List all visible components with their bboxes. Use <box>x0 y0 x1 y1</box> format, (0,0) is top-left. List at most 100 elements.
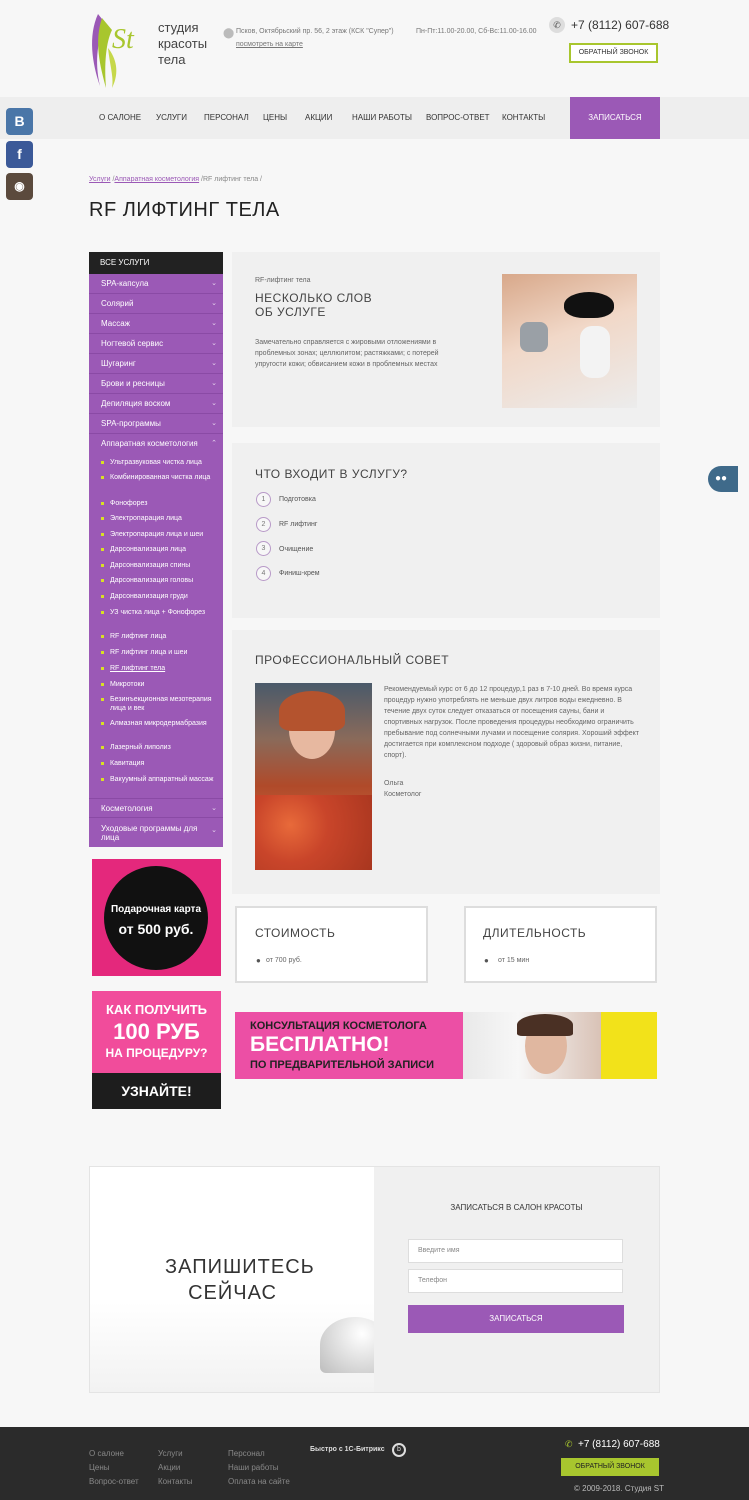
consult-line: ПО ПРЕДВАРИТЕЛЬНОЙ ЗАПИСИ <box>250 1059 435 1071</box>
signup-submit-button[interactable]: Записаться <box>408 1305 624 1333</box>
advice-text: Рекомендуемый курс от 6 до 12 процедур,1… <box>384 686 639 759</box>
photo-hair <box>279 691 345 731</box>
sidebar-item-label: Солярий <box>101 299 134 308</box>
breadcrumb-link-services[interactable]: Услуги <box>89 176 111 183</box>
step-number: 2 <box>256 517 271 532</box>
duration-value: от 15 мин <box>498 957 530 964</box>
logo-line: тела <box>158 52 186 67</box>
breadcrumb-current: RF лифтинг тела <box>202 176 259 183</box>
working-hours: Пн-Пт:11.00-20.00, Сб-Вс:11.00-16.00 <box>416 28 537 35</box>
logo-caption: студия красоты тела <box>158 20 207 68</box>
footer-link[interactable]: Оплата на сайте <box>228 1477 290 1486</box>
map-link[interactable]: посмотреть на карте <box>236 41 303 48</box>
nav-item-prices[interactable]: Цены <box>263 97 287 139</box>
nav-signup-button[interactable]: Записаться <box>570 97 660 139</box>
footer-link[interactable]: Акции <box>158 1463 180 1472</box>
sidebar-subitem[interactable]: Алмазная микродермабразия <box>99 719 219 728</box>
sidebar-subitem[interactable]: Вакуумный аппаратный массаж <box>99 775 219 784</box>
advisor-role: Косметолог <box>384 791 422 798</box>
sidebar-item-face-care[interactable]: Уходовые программы для лица ⌄ <box>89 820 223 846</box>
sidebar-subitem[interactable]: Микротоки <box>99 680 219 689</box>
chevron-down-icon: ⌄ <box>211 420 217 427</box>
sidebar-item-spa-capsule[interactable]: SPA-капсула ⌄ <box>89 274 223 294</box>
nav-item-staff[interactable]: Персонал <box>204 97 249 139</box>
photo-roses <box>255 795 372 870</box>
steps-heading: Что входит в услугу? <box>255 467 408 481</box>
callback-button[interactable]: Обратный звонок <box>569 43 658 63</box>
footer-link[interactable]: Наши работы <box>228 1463 279 1472</box>
sidebar-subitem[interactable]: УЗ чистка лица + Фонофорез <box>99 608 219 617</box>
sidebar-item-cosmetology[interactable]: Косметология ⌄ <box>89 798 223 818</box>
phone-input[interactable]: Телефон <box>408 1269 623 1293</box>
nav-item-about[interactable]: О салоне <box>99 97 141 139</box>
about-heading: Несколько слов об услуге <box>255 291 372 319</box>
steps-card: Что входит в услугу? 1 Подготовка 2 RF л… <box>232 443 660 618</box>
sidebar-subitem[interactable]: Фонофорез <box>99 499 219 508</box>
footer-link[interactable]: Персонал <box>228 1449 265 1458</box>
signup-left: ЗАПИШИТЕСЬ СЕЙЧАС <box>90 1167 390 1392</box>
chat-icon[interactable]: ●● <box>708 466 738 492</box>
sidebar-item-solarium[interactable]: Солярий ⌄ <box>89 294 223 314</box>
bitrix-link[interactable]: Быстро с 1С-Битрикс <box>310 1446 385 1453</box>
sidebar-subitem[interactable]: Лазерный липолиз <box>99 743 219 752</box>
chevron-down-icon: ⌄ <box>211 805 217 812</box>
sidebar-subitem[interactable]: RF лифтинг лица и шеи <box>99 648 219 657</box>
nav-item-faq[interactable]: Вопрос-ответ <box>426 97 490 139</box>
instagram-icon[interactable]: ◉ <box>6 173 33 200</box>
gift-card-price: от 500 руб. <box>118 921 194 937</box>
discount-cta[interactable]: УЗНАЙТЕ! <box>92 1073 221 1109</box>
footer-link[interactable]: Цены <box>89 1463 110 1472</box>
discount-banner[interactable]: КАК ПОЛУЧИТЬ 100 РУБ НА ПРОЦЕДУРУ? УЗНАЙ… <box>92 991 221 1109</box>
nav-item-services[interactable]: Услуги <box>156 97 187 139</box>
chevron-down-icon: ⌄ <box>211 400 217 407</box>
breadcrumb-link-hardware[interactable]: Аппаратная косметология <box>114 176 199 183</box>
logo[interactable]: St <box>86 8 146 88</box>
nav-item-works[interactable]: Наши работы <box>352 97 412 139</box>
sidebar-subitem[interactable]: Электропарация лица <box>99 514 219 523</box>
sidebar-subitem[interactable]: Дарсонвализация спины <box>99 561 219 570</box>
gift-card-text: Подарочная карта <box>110 904 202 915</box>
sidebar-item-nails[interactable]: Ногтевой сервис ⌄ <box>89 334 223 354</box>
discount-amount: 100 РУБ <box>113 1019 200 1044</box>
sidebar-subitem[interactable]: Дарсонвализация лица <box>99 545 219 554</box>
footer-callback-button[interactable]: Обратный звонок <box>561 1458 659 1476</box>
consult-photo <box>463 1012 601 1079</box>
sidebar-item-sugaring[interactable]: Шугаринг ⌄ <box>89 354 223 374</box>
sidebar-item-massage[interactable]: Массаж ⌄ <box>89 314 223 334</box>
map-pin-icon: ⬤ <box>223 28 235 39</box>
photo-device <box>520 322 548 352</box>
sidebar-item-label: Уходовые программы для лица <box>101 824 198 842</box>
photo-glove <box>580 326 610 378</box>
chevron-down-icon: ⌄ <box>211 380 217 387</box>
sidebar-item-brows[interactable]: Брови и ресницы ⌄ <box>89 374 223 394</box>
footer-link[interactable]: О салоне <box>89 1449 124 1458</box>
sidebar-subitem[interactable]: RF лифтинг лица <box>99 632 219 641</box>
footer-link[interactable]: Контакты <box>158 1477 193 1486</box>
sidebar-subitem[interactable]: Электропарация лица и шеи <box>99 530 219 539</box>
sidebar-item-waxing[interactable]: Депиляция воском ⌄ <box>89 394 223 414</box>
consult-yellow-block <box>601 1012 657 1079</box>
consultation-banner[interactable]: КОНСУЛЬТАЦИЯ КОСМЕТОЛОГА БЕСПЛАТНО! ПО П… <box>235 1012 657 1079</box>
vk-icon[interactable]: В <box>6 108 33 135</box>
facebook-icon[interactable]: f <box>6 141 33 168</box>
name-input[interactable]: Введите имя <box>408 1239 623 1263</box>
sidebar-item-label: Шугаринг <box>101 359 136 368</box>
sidebar-item-hardware-cosmetology[interactable]: Аппаратная косметология ⌃ <box>89 434 223 454</box>
step-label: Очищение <box>279 546 314 553</box>
sidebar-subitem[interactable]: Дарсонвализация головы <box>99 576 219 585</box>
sidebar-item-spa-programs[interactable]: SPA-программы ⌄ <box>89 414 223 434</box>
sidebar-subitem[interactable]: Дарсонвализация груди <box>99 592 219 601</box>
sidebar-subitem-active[interactable]: RF лифтинг тела <box>99 664 219 673</box>
header-phone[interactable]: +7 (8112) 607-688 <box>571 18 669 32</box>
consult-line: КОНСУЛЬТАЦИЯ КОСМЕТОЛОГА <box>250 1020 427 1032</box>
nav-item-contacts[interactable]: Контакты <box>502 97 545 139</box>
footer-phone[interactable]: +7 (8112) 607-688 <box>578 1439 660 1450</box>
sidebar-subitem[interactable]: Ультразвуковая чистка лица <box>99 458 219 467</box>
nav-item-promos[interactable]: Акции <box>305 97 332 139</box>
sidebar-subitem[interactable]: Безинъекционная мезотерапия лица и век <box>99 695 219 713</box>
footer-link[interactable]: Услуги <box>158 1449 183 1458</box>
footer-link[interactable]: Вопрос-ответ <box>89 1477 139 1486</box>
sidebar-subitem[interactable]: Кавитация <box>99 759 219 768</box>
sidebar-subitem[interactable]: Комбинированная чистка лица <box>99 473 219 482</box>
gift-card-banner[interactable]: Подарочная карта от 500 руб. <box>92 859 221 976</box>
